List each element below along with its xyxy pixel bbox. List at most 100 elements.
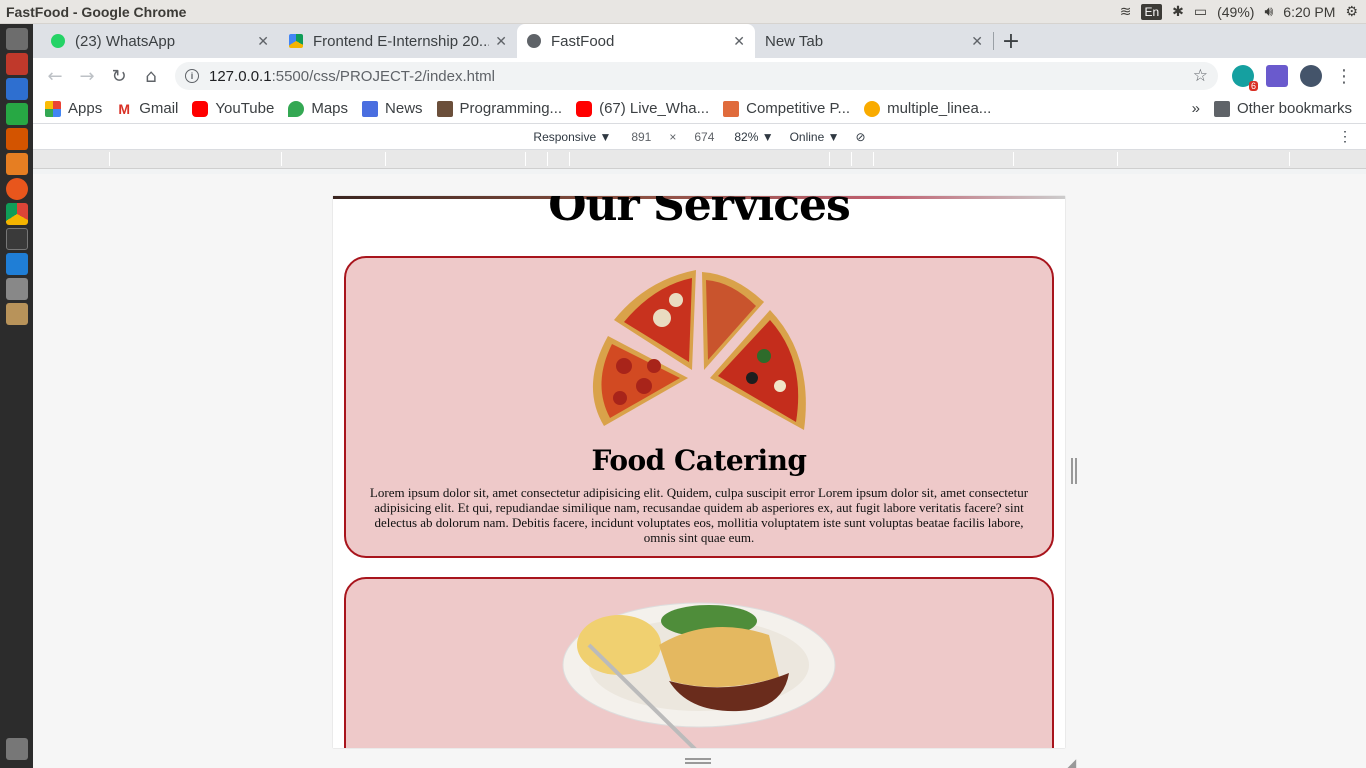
extension-grammarly-icon[interactable]: 6	[1232, 65, 1258, 91]
pizza-slices-image	[592, 270, 806, 430]
youtube-icon	[576, 100, 593, 117]
bookmark-news[interactable]: News	[362, 100, 423, 117]
bookmark-label: Competitive P...	[746, 100, 851, 117]
news-icon	[362, 100, 379, 117]
impress-icon[interactable]	[5, 128, 28, 150]
calc-icon[interactable]	[5, 103, 28, 125]
tab-fastfood[interactable]: FastFood ✕	[517, 24, 755, 58]
window-title: FastFood - Google Chrome	[6, 3, 187, 20]
tab-title: FastFood	[551, 32, 615, 50]
resize-handle-right[interactable]	[1071, 458, 1077, 484]
bookmark-label: News	[385, 100, 423, 117]
chrome-icon[interactable]	[5, 203, 28, 225]
google-drive-icon	[289, 34, 303, 48]
close-tab-icon[interactable]: ✕	[971, 33, 983, 50]
bookmark-youtube[interactable]: YouTube	[192, 100, 274, 117]
whatsapp-icon	[51, 34, 65, 48]
card-title: Food Catering	[591, 444, 807, 477]
resize-handle-bottom[interactable]	[685, 758, 711, 764]
archive-manager-icon[interactable]	[5, 303, 28, 325]
url-host: 127.0.0.1	[209, 67, 272, 85]
other-bookmarks[interactable]: Other bookmarks	[1213, 100, 1352, 117]
close-tab-icon[interactable]: ✕	[257, 33, 269, 50]
more-bookmarks-chevron[interactable]: »	[1192, 100, 1200, 117]
bluetooth-icon[interactable]: ✱	[1172, 3, 1184, 20]
bookmark-maps[interactable]: Maps	[288, 100, 348, 117]
software-center-icon[interactable]	[5, 153, 28, 175]
clock[interactable]: 6:20 PM	[1283, 4, 1335, 20]
new-tab-button[interactable]: +	[994, 24, 1028, 58]
close-tab-icon[interactable]: ✕	[495, 33, 507, 50]
url-path: :5500/css/PROJECT-2/index.html	[271, 67, 495, 85]
zoom-select[interactable]: 82% ▼	[734, 130, 773, 144]
tab-internship[interactable]: Frontend E-Internship 20... ✕	[279, 24, 517, 58]
bookmark-label: YouTube	[215, 100, 275, 117]
device-toolbar: Responsive ▼ 891 × 674 82% ▼ Online ▼ ⊘ …	[33, 124, 1366, 150]
keyboard-language[interactable]: En	[1141, 3, 1163, 20]
tab-whatsapp[interactable]: (23) WhatsApp ✕	[41, 24, 279, 58]
network-throttle-select[interactable]: Online ▼	[790, 130, 840, 144]
bookmark-competitive[interactable]: Competitive P...	[723, 100, 850, 117]
wifi-icon[interactable]: ≋	[1120, 3, 1132, 20]
close-tab-icon[interactable]: ✕	[733, 33, 745, 50]
battery-icon[interactable]: ▭	[1194, 3, 1207, 20]
vscode-icon[interactable]	[5, 253, 28, 275]
browser-toolbar: ← → ↻ ⌂ i 127.0.0.1:5500/css/PROJECT-2/i…	[33, 58, 1366, 94]
media-query-ruler[interactable]	[33, 150, 1366, 169]
volume-icon[interactable]: 🔊︎	[1264, 3, 1273, 20]
reload-icon[interactable]: ↻	[103, 60, 135, 92]
bookmark-multiple-linear[interactable]: multiple_linea...	[864, 100, 991, 117]
bookmark-apps[interactable]: Apps	[45, 100, 102, 117]
files-icon[interactable]	[5, 53, 28, 75]
dash-icon[interactable]	[5, 28, 28, 50]
bookmark-label: Maps	[311, 100, 349, 117]
trash-icon[interactable]	[5, 738, 28, 760]
pie-dinner-plate-image	[562, 602, 836, 748]
viewport-height-input[interactable]: 674	[682, 130, 726, 144]
terminal-icon[interactable]	[5, 228, 28, 250]
folder-icon	[1213, 100, 1230, 117]
device-select[interactable]: Responsive ▼	[533, 130, 611, 144]
system-tray: ≋ En ✱ ▭ (49%) 🔊︎ 6:20 PM ⚙	[1120, 3, 1366, 20]
bookmark-live-whatsapp[interactable]: (67) Live_Wha...	[576, 100, 709, 117]
chrome-menu-icon[interactable]: ⋮	[1328, 60, 1360, 92]
bookmarks-bar: Apps M Gmail YouTube Maps News Programmin…	[33, 94, 1366, 124]
firefox-icon[interactable]	[5, 178, 28, 200]
page-content[interactable]: Our Services Food Catering Lorem ipsum d…	[333, 196, 1065, 748]
bookmark-programming[interactable]: Programming...	[436, 100, 563, 117]
back-arrow-icon[interactable]: ←	[39, 60, 71, 92]
profile-avatar[interactable]	[1300, 65, 1322, 87]
power-gear-icon[interactable]: ⚙	[1345, 3, 1358, 20]
site-info-icon[interactable]: i	[185, 69, 199, 83]
globe-icon	[527, 34, 541, 48]
card-description: Lorem ipsum dolor sit, amet consectetur …	[369, 485, 1029, 545]
youtube-icon	[192, 100, 209, 117]
forward-arrow-icon[interactable]: →	[71, 60, 103, 92]
tab-new-tab[interactable]: New Tab ✕	[755, 24, 993, 58]
bookmark-gmail[interactable]: M Gmail	[116, 100, 178, 117]
apps-grid-icon	[45, 100, 61, 117]
home-icon[interactable]: ⌂	[135, 60, 167, 92]
os-top-bar: FastFood - Google Chrome ≋ En ✱ ▭ (49%) …	[0, 0, 1366, 24]
settings-icon[interactable]	[5, 278, 28, 300]
extension-notes-icon[interactable]	[1266, 65, 1288, 87]
tab-title: Frontend E-Internship 20...	[313, 32, 490, 50]
bookmark-label: Other bookmarks	[1236, 100, 1352, 117]
bookmark-label: Programming...	[459, 100, 563, 117]
colab-icon	[864, 100, 881, 117]
rotate-icon[interactable]: ⊘	[856, 130, 866, 144]
bookmark-label: multiple_linea...	[887, 100, 992, 117]
viewport-width-input[interactable]: 891	[619, 130, 663, 144]
tab-title: (23) WhatsApp	[75, 32, 176, 50]
writer-icon[interactable]	[5, 78, 28, 100]
resize-corner-icon[interactable]: ◢	[1067, 756, 1076, 768]
bookmark-label: (67) Live_Wha...	[599, 100, 710, 117]
device-toolbar-menu-icon[interactable]: ⋮	[1338, 128, 1352, 145]
bookmark-star-icon[interactable]: ☆	[1193, 66, 1208, 86]
bookmark-label: Apps	[68, 100, 103, 117]
launcher-dock	[0, 24, 33, 768]
emulated-viewport: Our Services Food Catering Lorem ipsum d…	[33, 174, 1366, 768]
gmail-icon: M	[116, 100, 133, 117]
address-bar[interactable]: i 127.0.0.1:5500/css/PROJECT-2/index.htm…	[175, 62, 1218, 90]
bookmark-label: Gmail	[139, 100, 179, 117]
